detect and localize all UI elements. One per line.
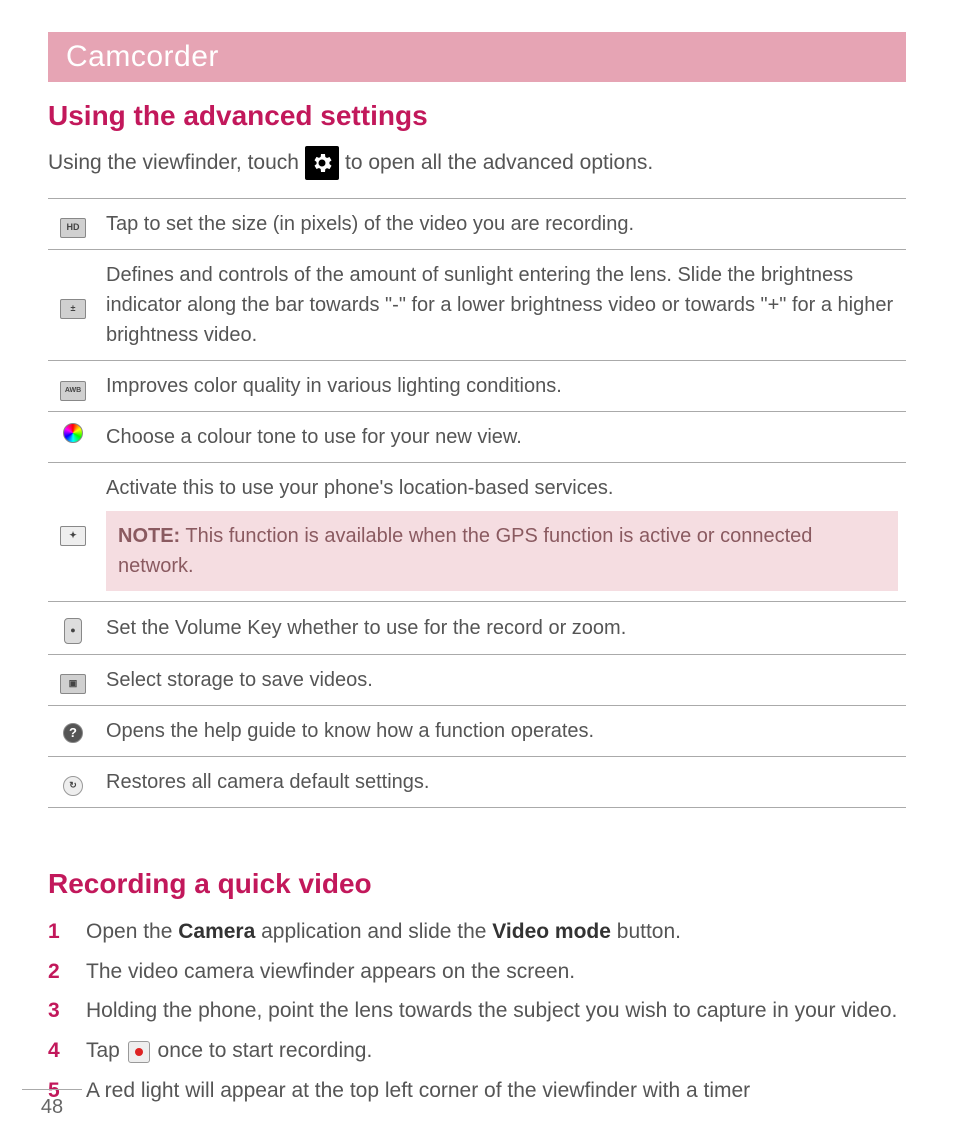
note-body: This function is available when the GPS … [118,525,812,577]
list-item: Open the Camera application and slide th… [48,914,906,950]
setting-description: Activate this to use your phone's locati… [98,463,906,602]
setting-icon: ✦ [60,526,86,546]
setting-text: Restores all camera default settings. [106,767,898,797]
setting-description: Defines and controls of the amount of su… [98,250,906,361]
intro-text-pre: Using the viewfinder, touch [48,147,299,179]
chapter-title: Camcorder [48,32,906,82]
table-row: ↻ Restores all camera default settings. [48,757,906,808]
step-text: button. [611,920,681,943]
settings-table: HD Tap to set the size (in pixels) of the… [48,198,906,808]
step-text: Tap [86,1039,126,1062]
step-bold: Video mode [492,920,611,943]
step-text: The video camera viewfinder appears on t… [86,960,575,983]
setting-description: Improves color quality in various lighti… [98,361,906,412]
table-row: ± Defines and controls of the amount of s… [48,250,906,361]
gear-icon [305,146,339,180]
step-text: application and slide the [255,920,492,943]
setting-text: Activate this to use your phone's locati… [106,473,898,503]
list-item: Tap once to start recording. [48,1033,906,1069]
intro-paragraph: Using the viewfinder, touch to open all … [48,146,906,180]
section-heading-advanced: Using the advanced settings [48,100,906,132]
setting-description: Set the Volume Key whether to use for th… [98,602,906,655]
note-box: NOTE: This function is available when th… [106,511,898,591]
table-row: HD Tap to set the size (in pixels) of the… [48,199,906,250]
setting-text: Opens the help guide to know how a funct… [106,716,898,746]
setting-text: Defines and controls of the amount of su… [106,260,898,350]
setting-icon-cell [48,412,98,463]
step-text: Holding the phone, point the lens toward… [86,999,897,1022]
setting-icon-cell: HD [48,199,98,250]
record-icon [128,1041,150,1063]
setting-icon: ? [63,723,83,743]
setting-icon: ↻ [63,776,83,796]
page-number: 48 [22,1089,82,1119]
table-row: ? Opens the help guide to know how a func… [48,706,906,757]
table-row: ▣ Select storage to save videos. [48,655,906,706]
step-text: once to start recording. [152,1039,373,1062]
setting-text: Select storage to save videos. [106,665,898,695]
setting-text: Improves color quality in various lighti… [106,371,898,401]
table-row: ● Set the Volume Key whether to use for t… [48,602,906,655]
setting-text: Tap to set the size (in pixels) of the v… [106,209,898,239]
setting-icon-cell: ± [48,250,98,361]
section-heading-recording: Recording a quick video [48,868,906,900]
setting-description: Select storage to save videos. [98,655,906,706]
steps-list: Open the Camera application and slide th… [48,914,906,1108]
list-item: Holding the phone, point the lens toward… [48,993,906,1029]
setting-icon: ▣ [60,674,86,694]
intro-text-post: to open all the advanced options. [345,147,653,179]
setting-text: Set the Volume Key whether to use for th… [106,613,898,643]
table-row: Choose a colour tone to use for your new… [48,412,906,463]
setting-icon [63,423,83,443]
setting-icon-cell: ✦ [48,463,98,602]
setting-icon-cell: ● [48,602,98,655]
table-row: AWB Improves color quality in various lig… [48,361,906,412]
setting-description: Tap to set the size (in pixels) of the v… [98,199,906,250]
table-row: ✦ Activate this to use your phone's locat… [48,463,906,602]
setting-text: Choose a colour tone to use for your new… [106,422,898,452]
setting-icon: ± [60,299,86,319]
step-text: A red light will appear at the top left … [86,1079,750,1102]
list-item: A red light will appear at the top left … [48,1073,906,1109]
setting-icon: ● [64,618,82,644]
list-item: The video camera viewfinder appears on t… [48,954,906,990]
setting-icon-cell: AWB [48,361,98,412]
setting-icon: AWB [60,381,86,401]
step-text: Open the [86,920,178,943]
setting-icon-cell: ↻ [48,757,98,808]
note-label: NOTE: [118,525,180,547]
step-bold: Camera [178,920,255,943]
setting-description: Restores all camera default settings. [98,757,906,808]
setting-description: Opens the help guide to know how a funct… [98,706,906,757]
setting-icon: HD [60,218,86,238]
setting-icon-cell: ▣ [48,655,98,706]
setting-icon-cell: ? [48,706,98,757]
setting-description: Choose a colour tone to use for your new… [98,412,906,463]
